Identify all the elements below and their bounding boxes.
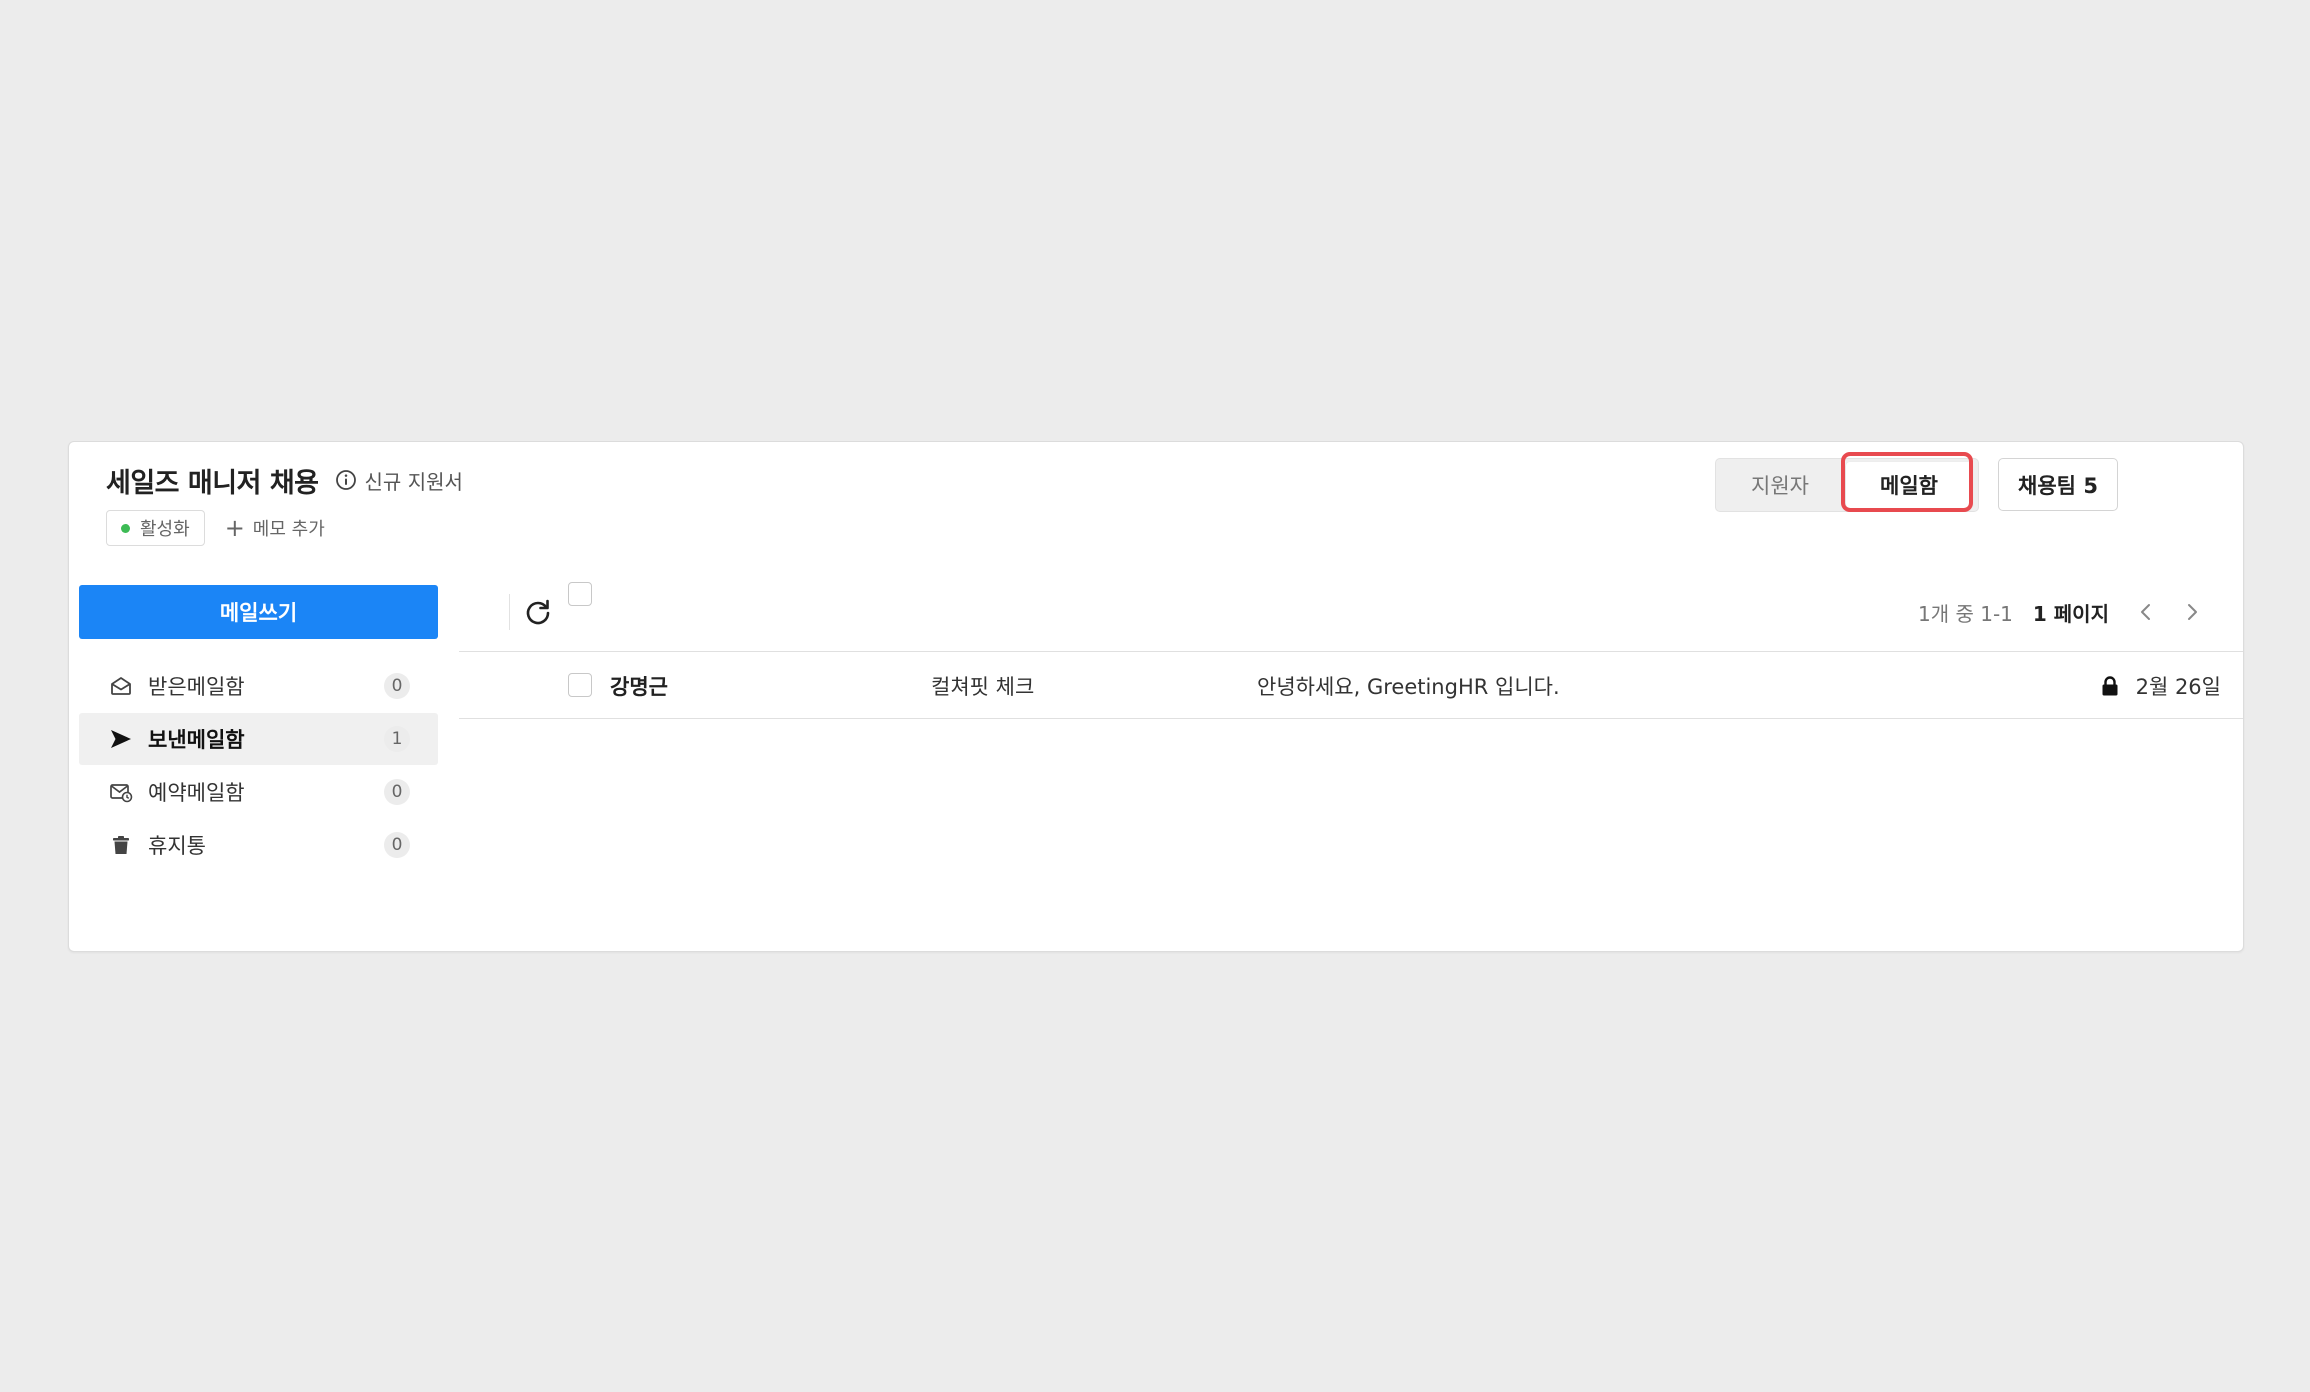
mail-date: 2월 26일 <box>2135 674 2221 699</box>
compose-mail-button[interactable]: 메일쓰기 <box>79 585 438 639</box>
toolbar-divider <box>509 594 510 630</box>
mailbox-panel: 세일즈 매니저 채용 신규 지원서 활성화 + 메모 추가 지원자 메일함 채용… <box>68 441 2244 952</box>
status-badge[interactable]: 활성화 <box>106 510 205 546</box>
add-memo-label: 메모 추가 <box>252 519 325 540</box>
tab-applicants[interactable]: 지원자 <box>1716 459 1844 511</box>
info-icon[interactable] <box>335 469 357 491</box>
chevron-left-icon[interactable] <box>2135 601 2157 623</box>
refresh-icon[interactable] <box>522 596 554 628</box>
sidebar-item-trash[interactable]: 휴지통 0 <box>79 819 438 871</box>
plus-icon: + <box>224 514 245 542</box>
new-application-label[interactable]: 신규 지원서 <box>365 466 463 495</box>
sidebar-item-label: 받은메일함 <box>148 675 245 699</box>
sidebar-item-label: 예약메일함 <box>148 781 245 805</box>
mail-list-toolbar: 1개 중 1-1 1 페이지 <box>459 582 2243 642</box>
mail-row-checkbox[interactable] <box>568 673 592 697</box>
meta-row: 활성화 + 메모 추가 <box>106 510 325 546</box>
view-tab-group: 지원자 메일함 <box>1715 458 1979 512</box>
sidebar-item-inbox[interactable]: 받은메일함 0 <box>79 660 438 712</box>
list-divider-bottom <box>459 718 2243 719</box>
hiring-team-button[interactable]: 채용팀 5 <box>1998 458 2118 511</box>
mail-tag: 컬쳐핏 체크 <box>931 674 1035 699</box>
chevron-right-icon[interactable] <box>2181 601 2203 623</box>
status-dot-icon <box>121 523 130 533</box>
pagination: 1개 중 1-1 1 페이지 <box>1918 582 2203 642</box>
inbox-icon <box>108 673 134 699</box>
mail-sender: 강명근 <box>610 674 668 699</box>
page-title: 세일즈 매니저 채용 <box>106 467 319 499</box>
tab-mailbox[interactable]: 메일함 <box>1846 462 1972 508</box>
folder-count-badge: 1 <box>384 726 410 752</box>
list-divider-top <box>459 651 2243 652</box>
sidebar-item-sent[interactable]: 보낸메일함 1 <box>79 713 438 765</box>
sidebar-item-scheduled[interactable]: 예약메일함 0 <box>79 766 438 818</box>
mail-row[interactable]: 강명근 컬쳐핏 체크 안녕하세요, GreetingHR 입니다. 2월 26일 <box>459 653 2243 718</box>
sidebar-item-label: 휴지통 <box>148 834 206 858</box>
mail-subject: 안녕하세요, GreetingHR 입니다. <box>1257 674 1560 699</box>
folder-count-badge: 0 <box>384 832 410 858</box>
folder-count-badge: 0 <box>384 673 410 699</box>
sidebar-item-label: 보낸메일함 <box>148 728 245 752</box>
page-current: 1 페이지 <box>2032 601 2109 626</box>
trash-icon <box>108 832 134 858</box>
send-icon <box>108 726 134 752</box>
title-row: 세일즈 매니저 채용 신규 지원서 <box>106 455 463 505</box>
scheduled-mail-icon <box>108 779 134 805</box>
folder-count-badge: 0 <box>384 779 410 805</box>
add-memo-button[interactable]: + 메모 추가 <box>225 515 325 541</box>
page-range: 1개 중 1-1 <box>1918 601 2013 626</box>
select-all-checkbox[interactable] <box>568 582 592 606</box>
lock-icon <box>2100 675 2120 697</box>
status-label: 활성화 <box>140 519 190 540</box>
